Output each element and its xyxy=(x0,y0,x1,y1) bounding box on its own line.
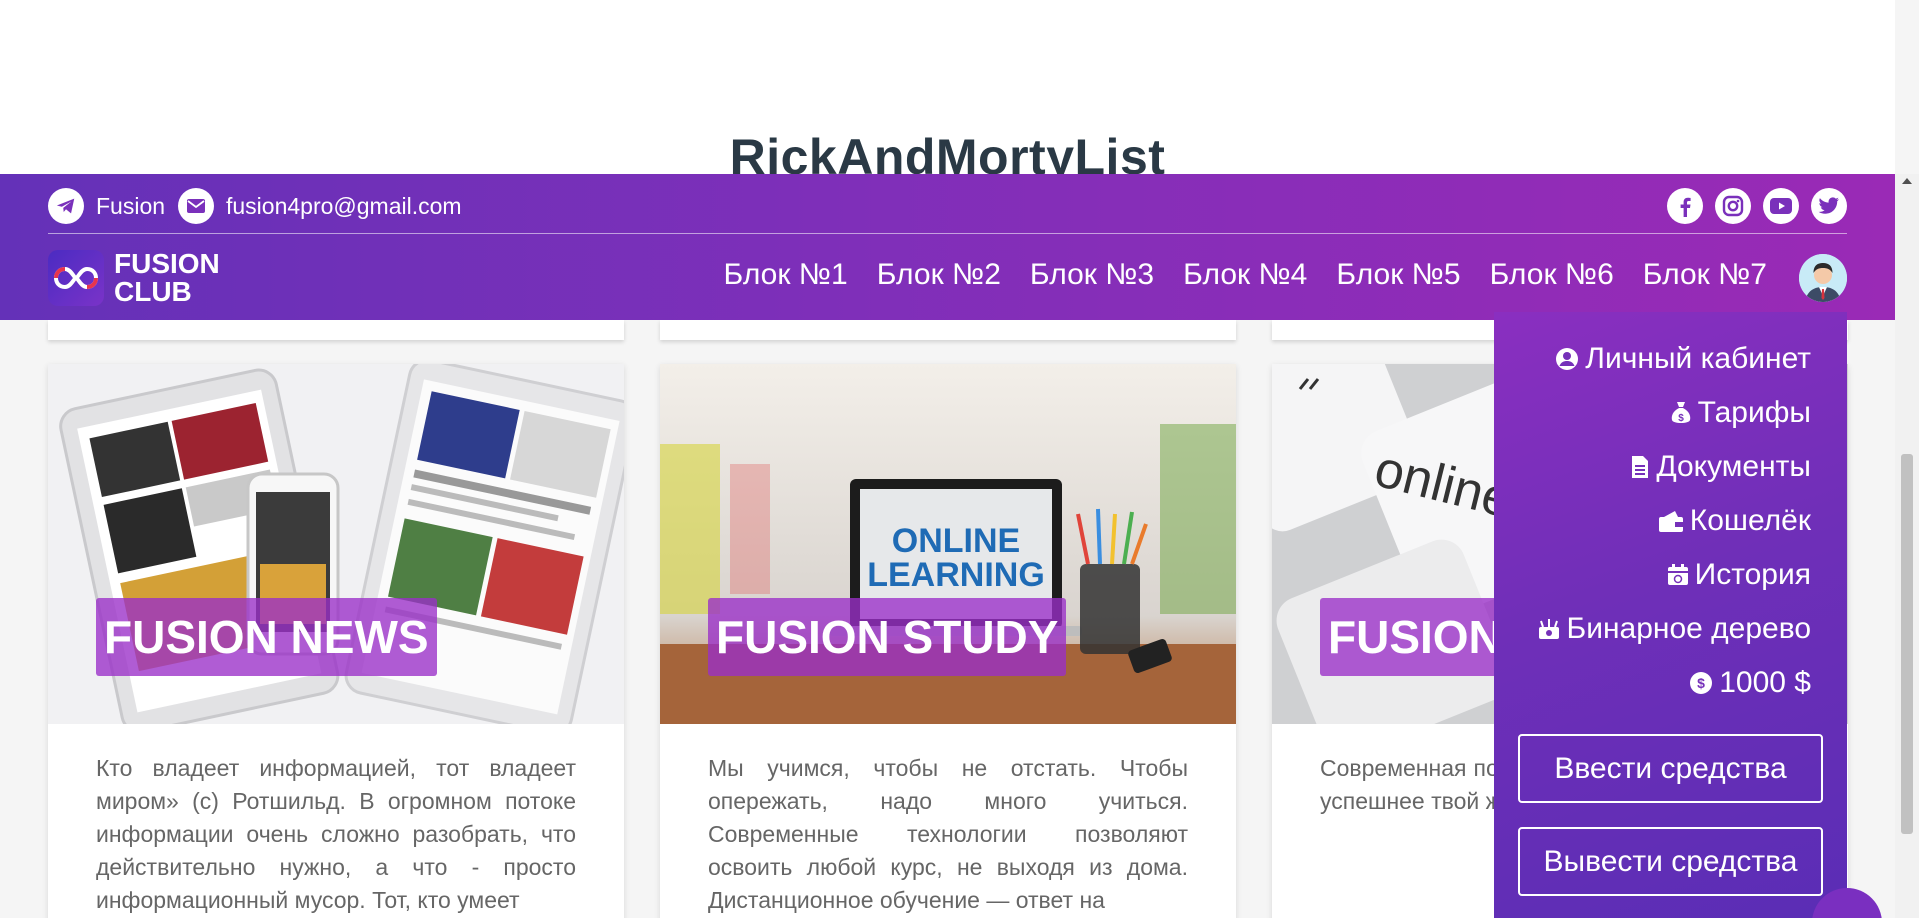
menu-item-label: Тарифы xyxy=(1697,396,1811,429)
site-logo[interactable]: FUSION CLUB xyxy=(48,250,220,306)
withdraw-button[interactable]: Вывести средства xyxy=(1518,827,1823,896)
svg-text:$: $ xyxy=(1678,413,1684,424)
balance-display: $ 1000 $ xyxy=(1689,666,1811,700)
menu-item-label: История xyxy=(1694,558,1811,591)
nav-block-6[interactable]: Блок №6 xyxy=(1490,258,1614,292)
user-avatar-icon xyxy=(1799,254,1847,302)
menu-item-tariffs[interactable]: $ Тарифы xyxy=(1670,396,1811,430)
document-icon xyxy=(1630,455,1650,479)
dollar-coin-icon: $ xyxy=(1689,671,1713,695)
card-edge xyxy=(48,320,624,340)
telegram-contact[interactable]: Fusion xyxy=(48,188,165,224)
menu-item-label: Бинарное дерево xyxy=(1566,612,1812,645)
nav-block-5[interactable]: Блок №5 xyxy=(1336,258,1460,292)
envelope-icon xyxy=(178,188,214,224)
card-description: Кто владеет информацией, тот владеет мир… xyxy=(96,755,576,913)
menu-item-wallet[interactable]: Кошелёк xyxy=(1658,504,1811,538)
scrollbar-thumb[interactable] xyxy=(1901,454,1913,834)
infinity-logo-icon xyxy=(48,250,104,306)
logo-text: FUSION CLUB xyxy=(114,250,220,306)
page-scrollbar[interactable] xyxy=(1895,174,1919,918)
header-top-bar: Fusion fusion4pro@gmail.com xyxy=(48,174,1847,234)
logo-line-1: FUSION xyxy=(114,248,220,279)
card-title: FUSION STUDY xyxy=(708,598,1067,676)
card-title: FUSION xyxy=(1320,598,1510,676)
binary-tree-icon xyxy=(1537,617,1561,641)
image-text-learning: LEARNING xyxy=(867,556,1045,594)
user-circle-icon xyxy=(1555,347,1579,371)
calendar-icon xyxy=(1667,564,1689,586)
card-fusion-news[interactable]: FUSION NEWS Кто владеет информацией, тот… xyxy=(48,364,624,918)
menu-item-label: Кошелёк xyxy=(1689,504,1811,537)
email-label: fusion4pro@gmail.com xyxy=(226,192,462,219)
main-nav: Блок №1 Блок №2 Блок №3 Блок №4 Блок №5 … xyxy=(723,258,1767,292)
menu-item-history[interactable]: История xyxy=(1667,558,1811,592)
facebook-icon[interactable] xyxy=(1667,188,1703,224)
menu-item-label: Документы xyxy=(1656,450,1811,483)
svg-text:$: $ xyxy=(1697,675,1705,691)
menu-item-cabinet[interactable]: Личный кабинет xyxy=(1555,342,1811,376)
card-title: FUSION NEWS xyxy=(96,598,437,676)
twitter-icon[interactable] xyxy=(1811,188,1847,224)
card-description: Мы учимся, чтобы не отстать. Чтобы опере… xyxy=(708,755,1188,913)
wallet-icon xyxy=(1658,509,1684,533)
card-edge xyxy=(660,320,1236,340)
logo-line-2: CLUB xyxy=(114,276,192,307)
nav-block-3[interactable]: Блок №3 xyxy=(1030,258,1154,292)
telegram-icon xyxy=(48,188,84,224)
social-links xyxy=(1667,188,1847,224)
nav-block-1[interactable]: Блок №1 xyxy=(723,258,847,292)
card-fusion-study[interactable]: ONLINE LEARNING FUSION STUDY Мы учимся, … xyxy=(660,364,1236,918)
telegram-label: Fusion xyxy=(96,192,166,219)
nav-block-2[interactable]: Блок №2 xyxy=(877,258,1001,292)
site-header: Fusion fusion4pro@gmail.com FUSION CLUB … xyxy=(0,174,1895,320)
money-bag-icon: $ xyxy=(1670,400,1692,426)
nav-block-4[interactable]: Блок №4 xyxy=(1183,258,1307,292)
scroll-up-arrow-icon[interactable] xyxy=(1902,178,1912,184)
email-contact[interactable]: fusion4pro@gmail.com xyxy=(178,188,462,224)
user-avatar[interactable] xyxy=(1799,254,1847,302)
image-text-online: ONLINE xyxy=(892,522,1020,560)
youtube-icon[interactable] xyxy=(1763,188,1799,224)
menu-item-binary-tree[interactable]: Бинарное дерево xyxy=(1537,612,1812,646)
menu-item-documents[interactable]: Документы xyxy=(1630,450,1811,484)
nav-block-7[interactable]: Блок №7 xyxy=(1643,258,1767,292)
balance-amount: 1000 $ xyxy=(1719,666,1811,699)
page-root: RickAndMortyList Fusion fusion4pro@gmail… xyxy=(0,0,1919,918)
instagram-icon[interactable] xyxy=(1715,188,1751,224)
deposit-button[interactable]: Ввести средства xyxy=(1518,734,1823,803)
menu-item-label: Личный кабинет xyxy=(1585,342,1811,375)
user-dropdown-menu: Личный кабинет $ Тарифы Документы Кошелё… xyxy=(1494,312,1847,918)
